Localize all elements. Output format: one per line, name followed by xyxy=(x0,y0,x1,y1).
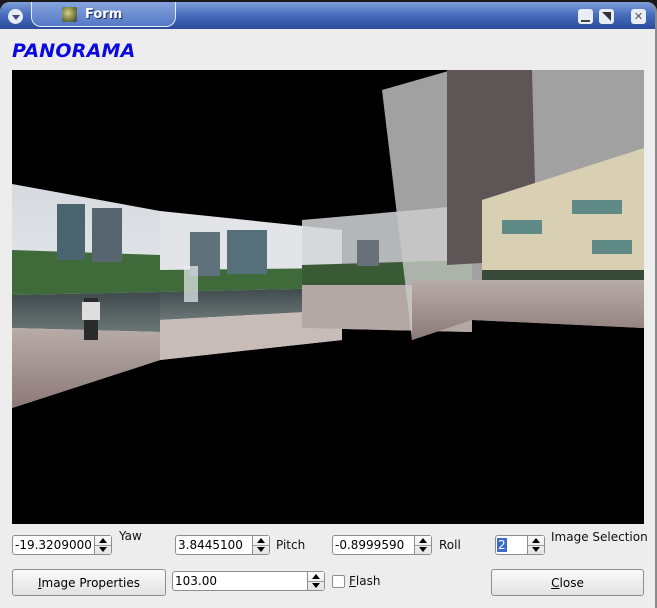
image-properties-button[interactable]: Image Properties xyxy=(12,569,166,596)
image-selection-down-arrow-icon[interactable] xyxy=(528,546,544,555)
fov-down-arrow-icon[interactable] xyxy=(308,582,324,591)
roll-value[interactable]: -0.8999590 xyxy=(333,536,414,554)
panorama-viewport[interactable] xyxy=(12,70,644,524)
roll-down-arrow-icon[interactable] xyxy=(415,546,431,555)
minimize-icon[interactable] xyxy=(578,9,593,24)
close-mnemonic: C xyxy=(551,575,560,590)
title-bar[interactable]: Form ✕ xyxy=(0,2,655,29)
pitch-down-arrow-icon[interactable] xyxy=(253,546,269,555)
title-tab[interactable]: Form xyxy=(31,2,176,27)
window-title: Form xyxy=(85,6,123,22)
panorama-frame-right xyxy=(382,70,644,340)
panorama-image xyxy=(12,70,644,408)
image-selection-value[interactable]: 2 xyxy=(497,538,507,552)
page-title: PANORAMA xyxy=(12,40,136,62)
flash-label-text: lash xyxy=(355,574,381,588)
pitch-label: Pitch xyxy=(276,538,306,552)
image-properties-label: mage Properties xyxy=(41,575,141,590)
form-window: Form ✕ PANORAMA -19.3209000 Yaw 3.844510… xyxy=(0,2,657,608)
flash-checkbox[interactable] xyxy=(332,575,345,588)
yaw-label: Yaw xyxy=(119,529,142,543)
roll-spinbox[interactable]: -0.8999590 xyxy=(332,535,432,555)
yaw-down-arrow-icon[interactable] xyxy=(95,546,111,555)
pitch-value[interactable]: 3.8445100 xyxy=(176,536,252,554)
close-button[interactable]: Close xyxy=(491,569,644,596)
app-icon xyxy=(62,6,77,22)
roll-up-arrow-icon[interactable] xyxy=(415,536,431,546)
pitch-up-arrow-icon[interactable] xyxy=(253,536,269,546)
fov-value[interactable]: 103.00 xyxy=(173,572,307,590)
flash-label[interactable]: Flash xyxy=(349,574,380,588)
fov-spinbox[interactable]: 103.00 xyxy=(172,571,325,591)
close-label: lose xyxy=(559,575,584,590)
maximize-icon[interactable] xyxy=(599,9,614,24)
image-selection-label: Image Selection xyxy=(551,530,648,544)
yaw-up-arrow-icon[interactable] xyxy=(95,536,111,546)
pitch-spinbox[interactable]: 3.8445100 xyxy=(175,535,270,555)
panorama-frame-left xyxy=(12,184,160,408)
yaw-value[interactable]: -19.3209000 xyxy=(13,536,94,554)
image-selection-up-arrow-icon[interactable] xyxy=(528,536,544,546)
window-menu-icon[interactable] xyxy=(8,9,23,24)
flash-mnemonic: F xyxy=(349,574,356,588)
close-icon[interactable]: ✕ xyxy=(631,9,646,24)
fov-up-arrow-icon[interactable] xyxy=(308,572,324,582)
image-selection-spinbox[interactable]: 2 xyxy=(495,535,545,555)
roll-label: Roll xyxy=(439,538,461,552)
yaw-spinbox[interactable]: -19.3209000 xyxy=(12,535,112,555)
